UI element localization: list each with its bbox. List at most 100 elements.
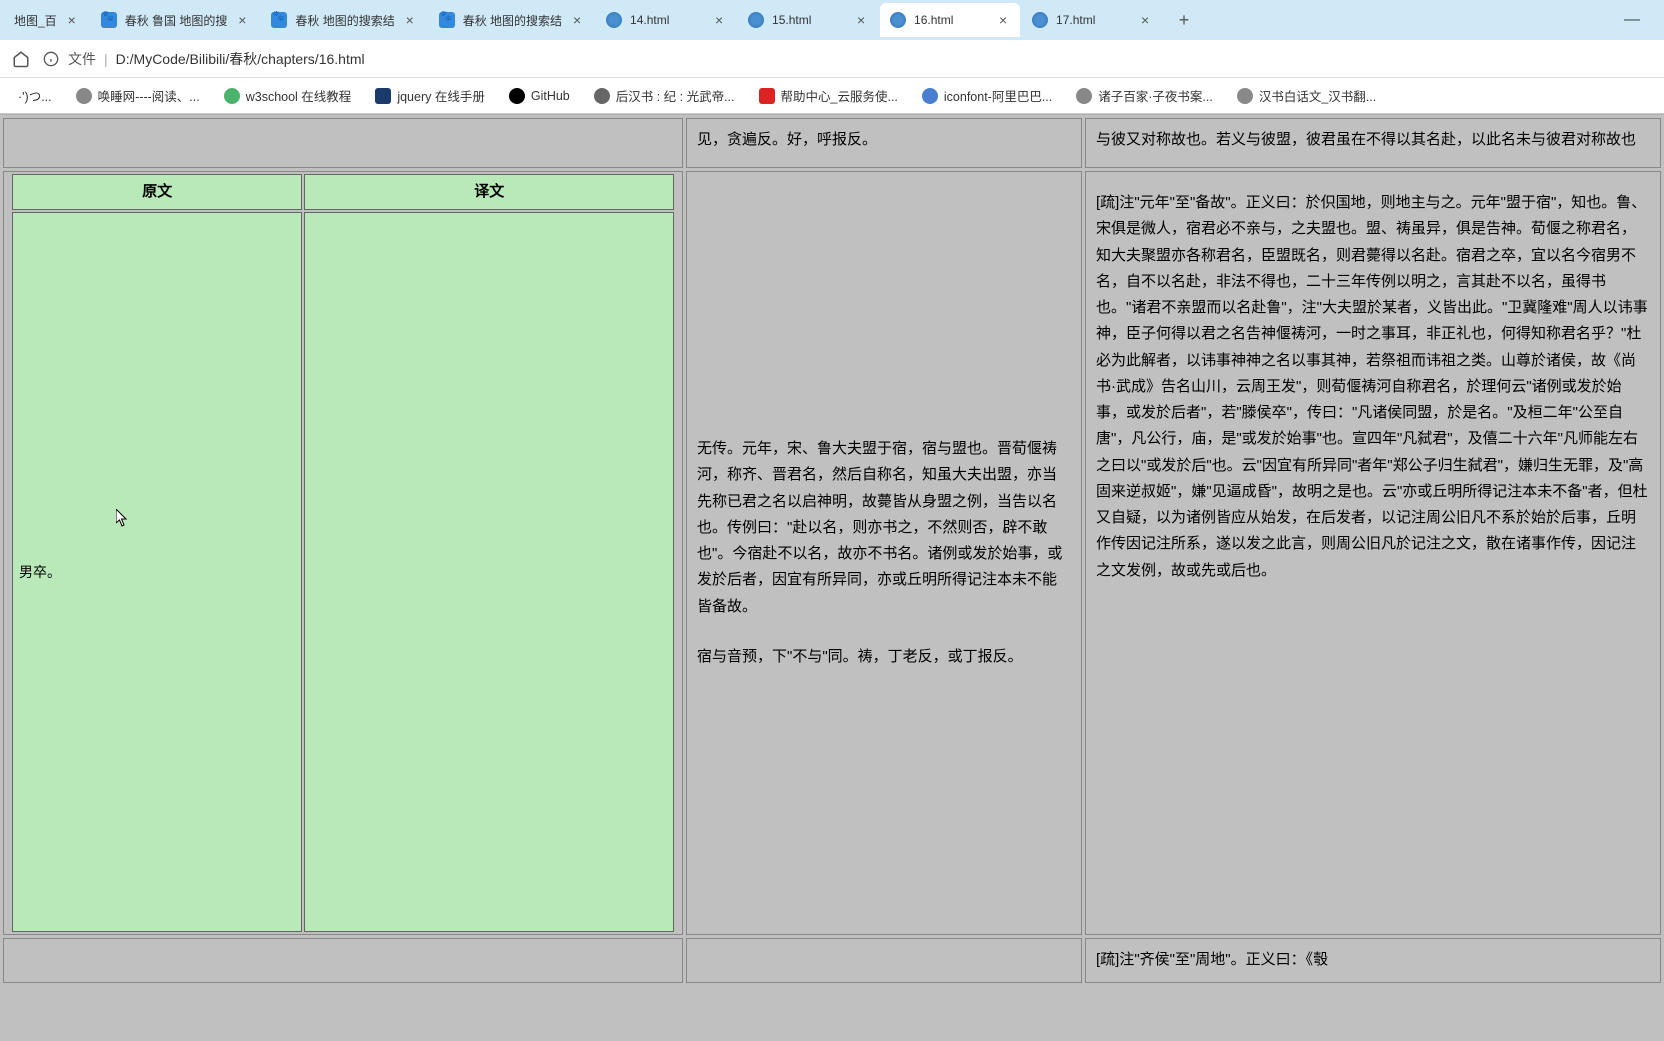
bookmark-9[interactable]: 汉书白话文_汉书翻...: [1227, 82, 1386, 109]
text-fragment: 见，贪遍反。好，呼报反。: [697, 131, 877, 148]
bookmark-2[interactable]: w3school 在线教程: [214, 82, 362, 109]
tab-title: 春秋 鲁国 地图的搜: [125, 12, 228, 29]
bookmark-label: iconfont-阿里巴巴...: [944, 86, 1052, 105]
bookmark-label: w3school 在线教程: [246, 86, 352, 105]
cell-mid: 无传。元年，宋、鲁大夫盟于宿，宿与盟也。晋荀偃祷河，称齐、晋君名，然后自称名，知…: [686, 171, 1082, 935]
tab-title: 15.html: [772, 13, 846, 27]
bookmark-label: jquery 在线手册: [397, 86, 485, 105]
page-content[interactable]: 见，贪遍反。好，呼报反。 与彼又对称故也。若义与彼盟，彼君虽在不得以其名赴，以此…: [0, 115, 1664, 1041]
cell-top-mid: 见，贪遍反。好，呼报反。: [686, 118, 1082, 168]
favicon-paw: [271, 12, 287, 28]
address-bar: 文件 | D:/MyCode/Bilibili/春秋/chapters/16.h…: [0, 40, 1664, 78]
tab-1[interactable]: 春秋 鲁国 地图的搜 ×: [91, 3, 260, 37]
bookmark-label: 后汉书 : 纪 : 光武帝...: [616, 86, 735, 105]
bookmark-label: GitHub: [531, 89, 570, 103]
paragraph: 无传。元年，宋、鲁大夫盟于宿，宿与盟也。晋荀偃祷河，称齐、晋君名，然后自称名，知…: [697, 436, 1071, 620]
bookmark-8[interactable]: 诸子百家·子夜书案...: [1066, 82, 1223, 109]
window-controls: —: [1624, 11, 1660, 29]
url-scheme-label: 文件: [68, 49, 96, 69]
tab-title: 14.html: [630, 13, 704, 27]
bookmark-icon: [375, 88, 391, 104]
minimize-button[interactable]: —: [1624, 11, 1640, 29]
paragraph: 宿与音预，下"不与"同。祷，丁老反，或丁报反。: [697, 644, 1071, 670]
tab-title: 16.html: [914, 13, 988, 27]
bookmark-label: 汉书白话文_汉书翻...: [1259, 86, 1376, 105]
bookmark-icon: [1237, 88, 1253, 104]
cell-top-left: [3, 118, 683, 168]
cell-left: 原文 译文 男卒。: [3, 171, 683, 935]
favicon-globe: [1032, 12, 1048, 28]
tab-0[interactable]: 地图_百 ×: [4, 3, 89, 37]
header-original: 原文: [12, 174, 302, 210]
close-icon[interactable]: ×: [235, 13, 249, 27]
bookmark-7[interactable]: iconfont-阿里巴巴...: [912, 82, 1062, 109]
url-path: D:/MyCode/Bilibili/春秋/chapters/16.html: [116, 49, 365, 69]
favicon-globe: [606, 12, 622, 28]
favicon-paw: [439, 12, 455, 28]
table-row: [疏]注"齐侯"至"周地"。正义曰：《彀: [3, 938, 1661, 982]
text-fragment: [疏]注"齐侯"至"周地"。正义曰：《彀: [1096, 951, 1328, 968]
tab-4[interactable]: 14.html ×: [596, 3, 736, 37]
bookmark-3[interactable]: jquery 在线手册: [365, 82, 495, 109]
tab-bar: 地图_百 × 春秋 鲁国 地图的搜 × 春秋 地图的搜索结 × 春秋 地图的搜索…: [0, 0, 1664, 40]
tab-3[interactable]: 春秋 地图的搜索结 ×: [429, 3, 594, 37]
commentary-text: [疏]注"元年"至"备故"。正义曰：於伿国地，则地主与之。元年"盟于宿"，知也。…: [1096, 194, 1648, 579]
bookmark-0[interactable]: ·')つ...: [8, 82, 62, 109]
bookmark-4[interactable]: GitHub: [499, 84, 580, 108]
bookmark-icon: [594, 88, 610, 104]
bookmark-icon: [224, 88, 240, 104]
bookmark-label: 帮助中心_云服务使...: [781, 86, 898, 105]
table-row: 见，贪遍反。好，呼报反。 与彼又对称故也。若义与彼盟，彼君虽在不得以其名赴，以此…: [3, 118, 1661, 168]
tab-title: 17.html: [1056, 13, 1130, 27]
bookmark-icon: [76, 88, 92, 104]
bookmark-icon: [922, 88, 938, 104]
info-icon[interactable]: [42, 50, 60, 68]
close-icon[interactable]: ×: [570, 13, 584, 27]
close-icon[interactable]: ×: [1138, 13, 1152, 27]
bookmark-icon: [759, 88, 775, 104]
cell-bot-mid: [686, 938, 1082, 982]
text-fragment: 与彼又对称故也。若义与彼盟，彼君虽在不得以其名赴，以此名未与彼君对称故也: [1096, 131, 1636, 148]
url-separator: |: [104, 51, 108, 67]
tab-title: 地图_百: [14, 12, 57, 29]
home-icon[interactable]: [12, 50, 30, 68]
favicon-paw: [101, 12, 117, 28]
header-translation: 译文: [304, 174, 674, 210]
new-tab-button[interactable]: +: [1170, 6, 1198, 34]
close-icon[interactable]: ×: [854, 13, 868, 27]
tab-2[interactable]: 春秋 地图的搜索结 ×: [261, 3, 426, 37]
tab-7[interactable]: 17.html ×: [1022, 3, 1162, 37]
table-row: 原文 译文 男卒。 无传。元年，宋、鲁大夫盟于宿，宿与盟也。晋荀偃祷河，称齐、晋…: [3, 171, 1661, 935]
close-icon[interactable]: ×: [996, 13, 1010, 27]
cell-bot-left: [3, 938, 683, 982]
favicon-globe: [890, 12, 906, 28]
tab-6-active[interactable]: 16.html ×: [880, 3, 1020, 37]
inner-table: 原文 译文 男卒。: [10, 172, 676, 934]
tab-title: 春秋 地图的搜索结: [295, 12, 394, 29]
main-table: 见，贪遍反。好，呼报反。 与彼又对称故也。若义与彼盟，彼君虽在不得以其名赴，以此…: [0, 115, 1664, 986]
bookmarks-bar: ·')つ... 唤睡网----阅读、... w3school 在线教程 jque…: [0, 78, 1664, 114]
close-icon[interactable]: ×: [65, 13, 79, 27]
bookmark-6[interactable]: 帮助中心_云服务使...: [749, 82, 908, 109]
url-box[interactable]: 文件 | D:/MyCode/Bilibili/春秋/chapters/16.h…: [42, 49, 1652, 69]
cell-bot-right: [疏]注"齐侯"至"周地"。正义曰：《彀: [1085, 938, 1661, 982]
bookmark-label: ·')つ...: [18, 86, 52, 105]
cell-top-right: 与彼又对称故也。若义与彼盟，彼君虽在不得以其名赴，以此名未与彼君对称故也: [1085, 118, 1661, 168]
tab-5[interactable]: 15.html ×: [738, 3, 878, 37]
bookmark-icon: [509, 88, 525, 104]
bookmark-5[interactable]: 后汉书 : 纪 : 光武帝...: [584, 82, 745, 109]
cell-right: [疏]注"元年"至"备故"。正义曰：於伿国地，则地主与之。元年"盟于宿"，知也。…: [1085, 171, 1661, 935]
cell-original-text: 男卒。: [12, 212, 302, 932]
bookmark-1[interactable]: 唤睡网----阅读、...: [66, 82, 210, 109]
favicon-globe: [748, 12, 764, 28]
bookmark-label: 唤睡网----阅读、...: [98, 86, 200, 105]
tab-title: 春秋 地图的搜索结: [463, 12, 562, 29]
table-row: 原文 译文: [12, 174, 674, 210]
browser-chrome: 地图_百 × 春秋 鲁国 地图的搜 × 春秋 地图的搜索结 × 春秋 地图的搜索…: [0, 0, 1664, 115]
table-row: 男卒。: [12, 212, 674, 932]
close-icon[interactable]: ×: [403, 13, 417, 27]
bookmark-icon: [1076, 88, 1092, 104]
bookmark-label: 诸子百家·子夜书案...: [1098, 86, 1213, 105]
cell-translation-text: [304, 212, 674, 932]
close-icon[interactable]: ×: [712, 13, 726, 27]
